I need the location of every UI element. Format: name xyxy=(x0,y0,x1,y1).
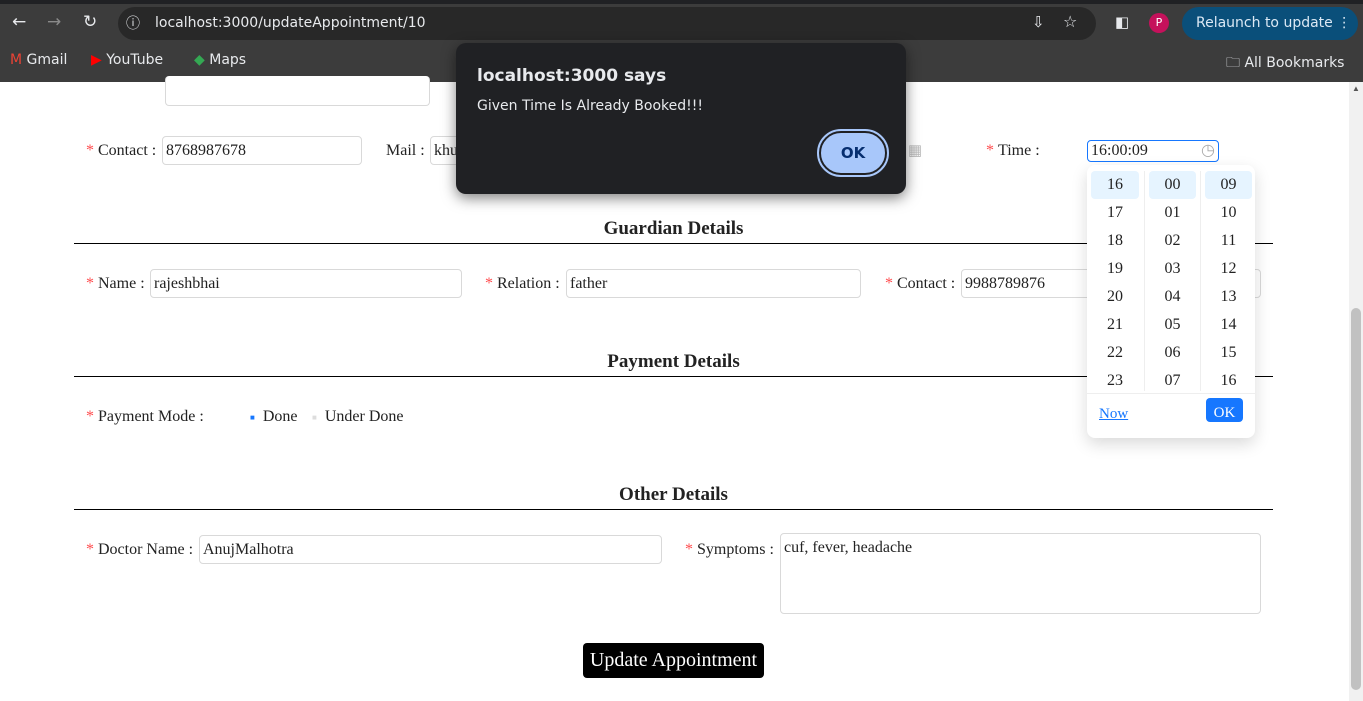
symptoms-textarea[interactable]: cuf, fever, headache xyxy=(780,533,1261,614)
payment-option-done[interactable]: ■ Done xyxy=(250,408,298,426)
time-option[interactable]: 07 xyxy=(1149,367,1196,391)
dialog-message: Given Time Is Already Booked!!! xyxy=(477,98,703,114)
guardian-name-input[interactable]: rajeshbhai xyxy=(150,269,462,298)
side-panel-icon[interactable]: ◧ xyxy=(1115,13,1129,31)
menu-icon: ⋮ xyxy=(1337,15,1352,31)
other-section-title: Other Details xyxy=(74,484,1273,510)
radio-icon[interactable]: ■ xyxy=(312,413,317,422)
bookmark-label: Gmail xyxy=(26,52,68,68)
symptoms-label: * Symptoms : xyxy=(685,541,774,558)
forward-icon[interactable]: → xyxy=(47,12,61,32)
time-option[interactable]: 03 xyxy=(1149,255,1196,283)
all-bookmarks-label: All Bookmarks xyxy=(1244,55,1345,71)
doctor-label: * Doctor Name : xyxy=(86,541,194,558)
bookmark-youtube[interactable]: ▶ YouTube xyxy=(91,52,163,68)
scrollbar-thumb[interactable] xyxy=(1351,308,1361,690)
maps-icon: ◆ xyxy=(194,52,205,68)
reload-icon[interactable]: ↻ xyxy=(83,12,97,32)
bookmark-label: Maps xyxy=(209,52,247,68)
time-option[interactable]: 01 xyxy=(1149,199,1196,227)
address-textarea[interactable] xyxy=(165,76,430,106)
url-text[interactable]: localhost:3000/updateAppointment/10 xyxy=(155,15,426,31)
dialog-title: localhost:3000 says xyxy=(477,66,667,86)
mail-label: Mail : xyxy=(386,142,425,159)
time-option[interactable]: 19 xyxy=(1091,255,1139,283)
time-option[interactable]: 02 xyxy=(1149,227,1196,255)
youtube-icon: ▶ xyxy=(91,52,102,68)
guardian-name-label: * Name : xyxy=(86,275,145,292)
update-appointment-button[interactable]: Update Appointment xyxy=(583,643,764,678)
install-icon[interactable]: ⇩ xyxy=(1032,13,1045,31)
clock-icon: ◷ xyxy=(1201,142,1215,159)
bookmark-gmail[interactable]: M Gmail xyxy=(10,52,67,68)
contact-label: * Contact : xyxy=(86,142,157,159)
time-option[interactable]: 04 xyxy=(1149,283,1196,311)
time-option[interactable]: 18 xyxy=(1091,227,1139,255)
second-column[interactable]: 09 10 11 12 13 14 15 16 xyxy=(1200,171,1256,391)
time-option[interactable]: 17 xyxy=(1091,199,1139,227)
relaunch-button[interactable]: Relaunch to update ⋮ xyxy=(1182,7,1358,40)
time-option[interactable]: 00 xyxy=(1149,171,1196,199)
dialog-ok-button[interactable]: OK xyxy=(817,129,889,177)
alert-dialog: localhost:3000 says Given Time Is Alread… xyxy=(456,43,906,194)
contact-input[interactable]: 8768987678 xyxy=(162,136,362,165)
scroll-up-icon[interactable]: ▲ xyxy=(1352,84,1360,93)
time-option[interactable]: 23 xyxy=(1091,367,1139,391)
time-option[interactable]: 09 xyxy=(1205,171,1252,199)
site-info-icon[interactable]: ⓘ xyxy=(126,13,140,33)
star-icon[interactable]: ☆ xyxy=(1063,12,1077,31)
time-label: * Time : xyxy=(986,142,1040,159)
time-option[interactable]: 14 xyxy=(1205,311,1252,339)
relaunch-label: Relaunch to update xyxy=(1196,15,1333,31)
time-option[interactable]: 10 xyxy=(1205,199,1252,227)
guardian-contact-label: * Contact : xyxy=(885,275,956,292)
calendar-icon[interactable]: ▦ xyxy=(908,141,922,160)
time-option[interactable]: 22 xyxy=(1091,339,1139,367)
time-value: 16:00:09 xyxy=(1091,142,1148,159)
gmail-icon: M xyxy=(10,52,23,68)
time-option[interactable]: 16 xyxy=(1091,171,1139,199)
time-option[interactable]: 21 xyxy=(1091,311,1139,339)
folder-icon: 🗀 xyxy=(1226,55,1240,71)
payment-option-under-done[interactable]: ■ Under Done xyxy=(312,408,403,426)
relation-input[interactable]: father xyxy=(566,269,861,298)
time-picker-dropdown: 16 17 18 19 20 21 22 23 00 01 02 03 04 05 06 07 09 10 11… xyxy=(1087,165,1255,438)
time-option[interactable]: 05 xyxy=(1149,311,1196,339)
time-option[interactable]: 20 xyxy=(1091,283,1139,311)
all-bookmarks[interactable]: 🗀 All Bookmarks xyxy=(1226,52,1344,76)
time-option[interactable]: 13 xyxy=(1205,283,1252,311)
payment-mode-label: * Payment Mode : xyxy=(86,408,204,425)
hour-column[interactable]: 16 17 18 19 20 21 22 23 xyxy=(1087,171,1143,391)
bookmark-label: YouTube xyxy=(106,52,164,68)
address-bar[interactable]: ⓘ localhost:3000/updateAppointment/10 ⇩ … xyxy=(118,7,1096,40)
now-link[interactable]: Now xyxy=(1099,406,1128,423)
radio-icon[interactable]: ■ xyxy=(250,413,255,422)
scrollbar[interactable]: ▲ xyxy=(1349,82,1363,701)
time-input[interactable]: 16:00:09 ◷ xyxy=(1087,140,1219,162)
time-option[interactable]: 06 xyxy=(1149,339,1196,367)
bookmark-maps[interactable]: ◆ Maps xyxy=(194,52,246,68)
profile-avatar[interactable]: P xyxy=(1149,13,1169,33)
picker-ok-button[interactable]: OK xyxy=(1206,398,1243,422)
relation-label: * Relation : xyxy=(485,275,560,292)
minute-column[interactable]: 00 01 02 03 04 05 06 07 xyxy=(1144,171,1200,391)
time-option[interactable]: 15 xyxy=(1205,339,1252,367)
time-option[interactable]: 11 xyxy=(1205,227,1252,255)
doctor-input[interactable]: AnujMalhotra xyxy=(199,535,662,564)
back-icon[interactable]: ← xyxy=(12,12,26,32)
tab-strip xyxy=(0,0,1363,4)
time-option[interactable]: 16 xyxy=(1205,367,1252,391)
time-option[interactable]: 12 xyxy=(1205,255,1252,283)
